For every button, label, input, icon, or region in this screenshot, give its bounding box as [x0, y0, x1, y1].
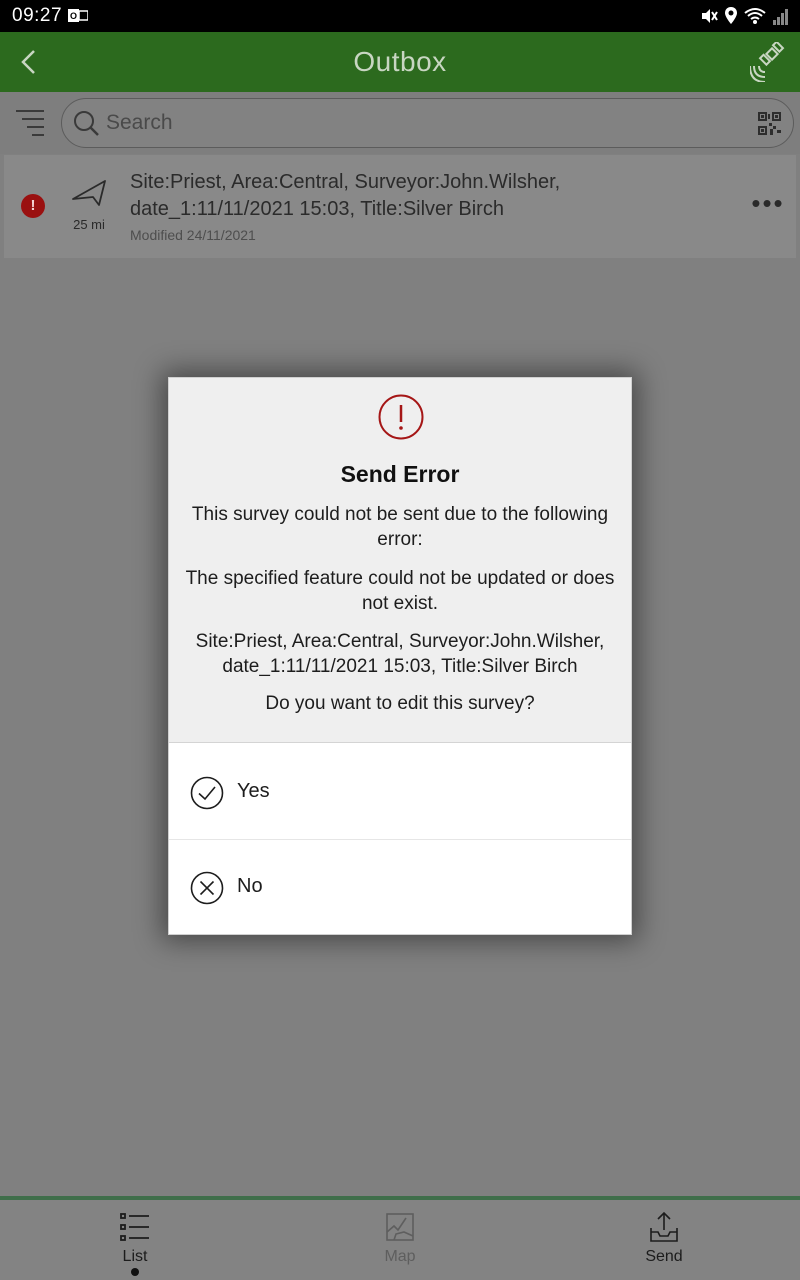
tab-map-label: Map	[384, 1248, 416, 1265]
search-bar-row	[0, 92, 800, 154]
yes-button[interactable]: Yes	[169, 745, 631, 840]
filter-icon[interactable]	[14, 107, 46, 137]
distance-label: 25 mi	[73, 217, 105, 232]
dialog-message: This survey could not be sent due to the…	[191, 504, 609, 550]
outlook-icon: O	[68, 9, 88, 22]
modified-date: Modified 24/11/2021	[130, 227, 256, 243]
list-item[interactable]: ! 25 mi Site:Priest, Area:Central, Surve…	[4, 155, 796, 258]
close-circle-icon	[190, 871, 224, 905]
location-icon	[725, 7, 737, 24]
page-title: Outbox	[353, 46, 447, 77]
search-icon	[74, 111, 99, 136]
dialog-body: Send Error This survey could not be sent…	[169, 378, 631, 743]
app-header: Outbox	[0, 32, 800, 92]
mute-icon	[702, 9, 718, 23]
map-icon	[386, 1213, 414, 1241]
send-error-dialog: Send Error This survey could not be sent…	[168, 377, 632, 935]
dialog-title: Send Error	[340, 461, 460, 487]
list-icon	[120, 1213, 149, 1241]
tab-send-label: Send	[645, 1248, 683, 1265]
search-field[interactable]	[61, 98, 794, 148]
error-icon: !	[21, 194, 45, 218]
survey-title-line-1: Site:Priest, Area:Central, Surveyor:John…	[130, 171, 561, 193]
qr-code-icon[interactable]	[758, 112, 781, 135]
satellite-icon[interactable]	[750, 42, 788, 82]
bottom-navigation: List Map Send	[0, 1196, 800, 1280]
no-button[interactable]: No	[169, 840, 631, 935]
yes-label: Yes	[237, 780, 270, 802]
tab-map[interactable]: Map	[340, 1210, 460, 1280]
send-icon	[650, 1211, 678, 1242]
active-indicator	[131, 1268, 139, 1276]
more-options-icon[interactable]: •••	[748, 190, 788, 219]
alert-circle-icon	[378, 394, 424, 440]
search-input[interactable]	[106, 107, 706, 139]
tab-list-label: List	[122, 1248, 148, 1265]
dialog-survey-name: Site:Priest, Area:Central, Surveyor:John…	[195, 631, 605, 677]
tab-send[interactable]: Send	[604, 1210, 724, 1280]
status-bar: 09:27 O	[0, 0, 800, 32]
status-time: 09:27	[12, 5, 63, 26]
dialog-question: Do you want to edit this survey?	[265, 693, 535, 714]
signal-icon	[773, 9, 788, 25]
check-circle-icon	[190, 776, 224, 810]
wifi-icon	[744, 8, 766, 24]
tab-list[interactable]: List	[75, 1210, 195, 1280]
svg-text:O: O	[70, 11, 77, 21]
navigation-arrow-icon	[72, 180, 106, 206]
dialog-error-detail: The specified feature could not be updat…	[185, 568, 615, 614]
survey-title-line-2: date_1:11/11/2021 15:03, Title:Silver Bi…	[130, 198, 504, 220]
no-label: No	[237, 875, 263, 897]
